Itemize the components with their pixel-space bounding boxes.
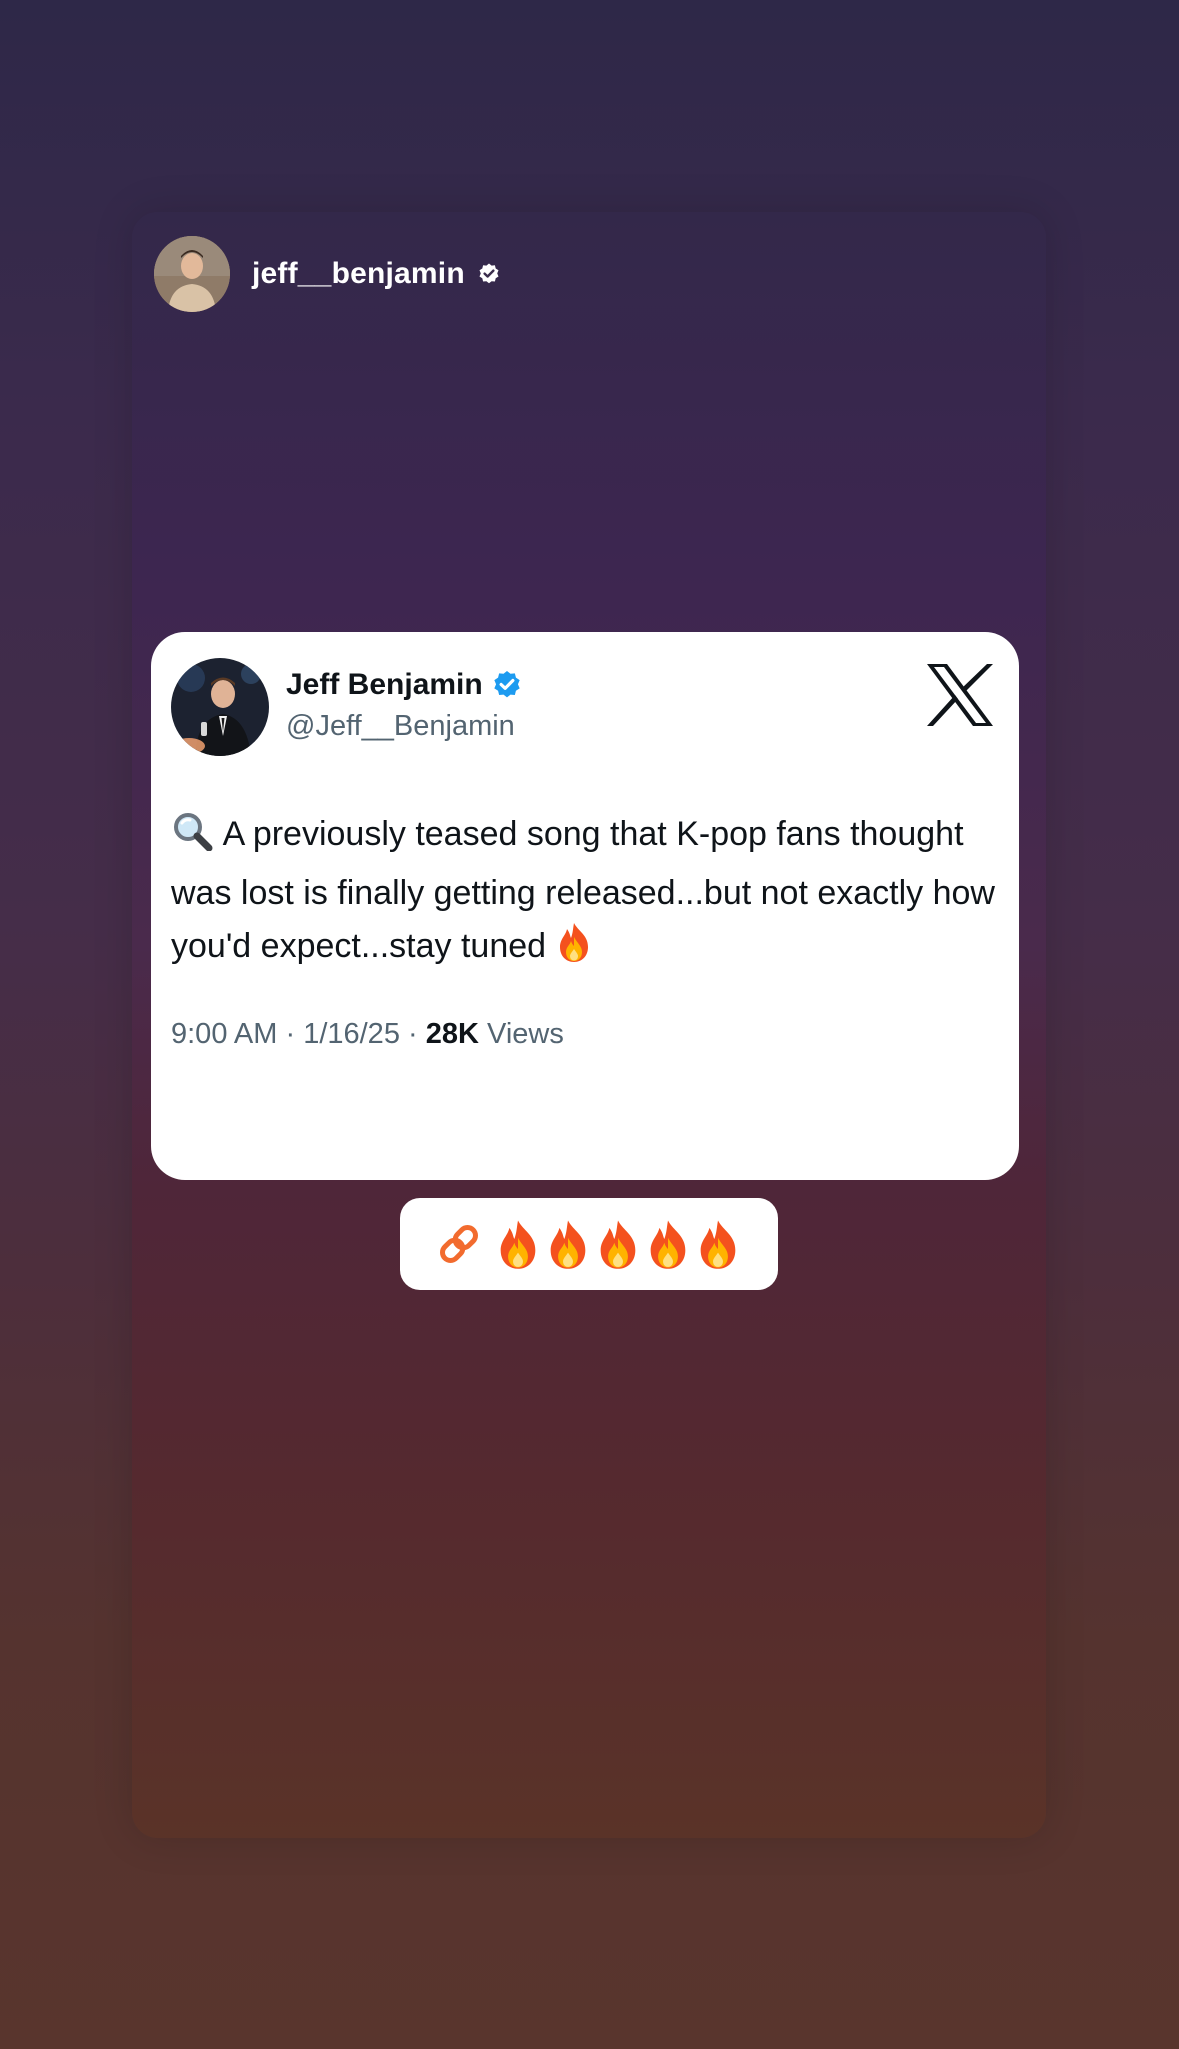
x-logo-icon[interactable] xyxy=(925,662,995,728)
meta-separator: · xyxy=(399,1018,426,1050)
fire-emoji-row xyxy=(493,1218,743,1270)
tweet-name-row: Jeff Benjamin xyxy=(286,668,523,702)
magnifying-glass-icon xyxy=(171,811,215,867)
fire-icon xyxy=(556,921,592,979)
tweet-card[interactable]: Jeff Benjamin @Jeff__Benjamin A previous… xyxy=(151,632,1019,1180)
tweet-display-name[interactable]: Jeff Benjamin xyxy=(286,668,483,702)
tweet-avatar[interactable] xyxy=(171,658,269,756)
views-label: Views xyxy=(478,1018,564,1050)
fire-icon xyxy=(550,1220,586,1269)
link-sticker[interactable] xyxy=(400,1198,778,1290)
story-username[interactable]: jeff__benjamin xyxy=(252,257,465,291)
tweet-handle[interactable]: @Jeff__Benjamin xyxy=(286,710,515,743)
verified-badge-icon xyxy=(494,671,520,698)
meta-separator: · xyxy=(277,1018,304,1050)
profile-photo-icon xyxy=(171,658,269,756)
fire-icon xyxy=(600,1220,636,1269)
avatar-photo-icon xyxy=(154,236,230,312)
fire-icon xyxy=(500,1220,536,1269)
fire-icon xyxy=(700,1220,736,1269)
tweet-meta: 9:00 AM · 1/16/25 · 28K Views xyxy=(171,1018,564,1051)
fire-icon xyxy=(650,1220,686,1269)
tweet-text: A previously teased song that K-pop fans… xyxy=(171,808,1001,979)
views-count: 28K xyxy=(425,1018,479,1050)
tweet-time[interactable]: 9:00 AM xyxy=(171,1018,277,1050)
verified-badge-icon xyxy=(479,263,499,284)
tweet-date[interactable]: 1/16/25 xyxy=(303,1018,400,1050)
story-avatar[interactable] xyxy=(154,236,230,312)
link-icon xyxy=(440,1225,478,1263)
story-header: jeff__benjamin xyxy=(154,234,501,314)
